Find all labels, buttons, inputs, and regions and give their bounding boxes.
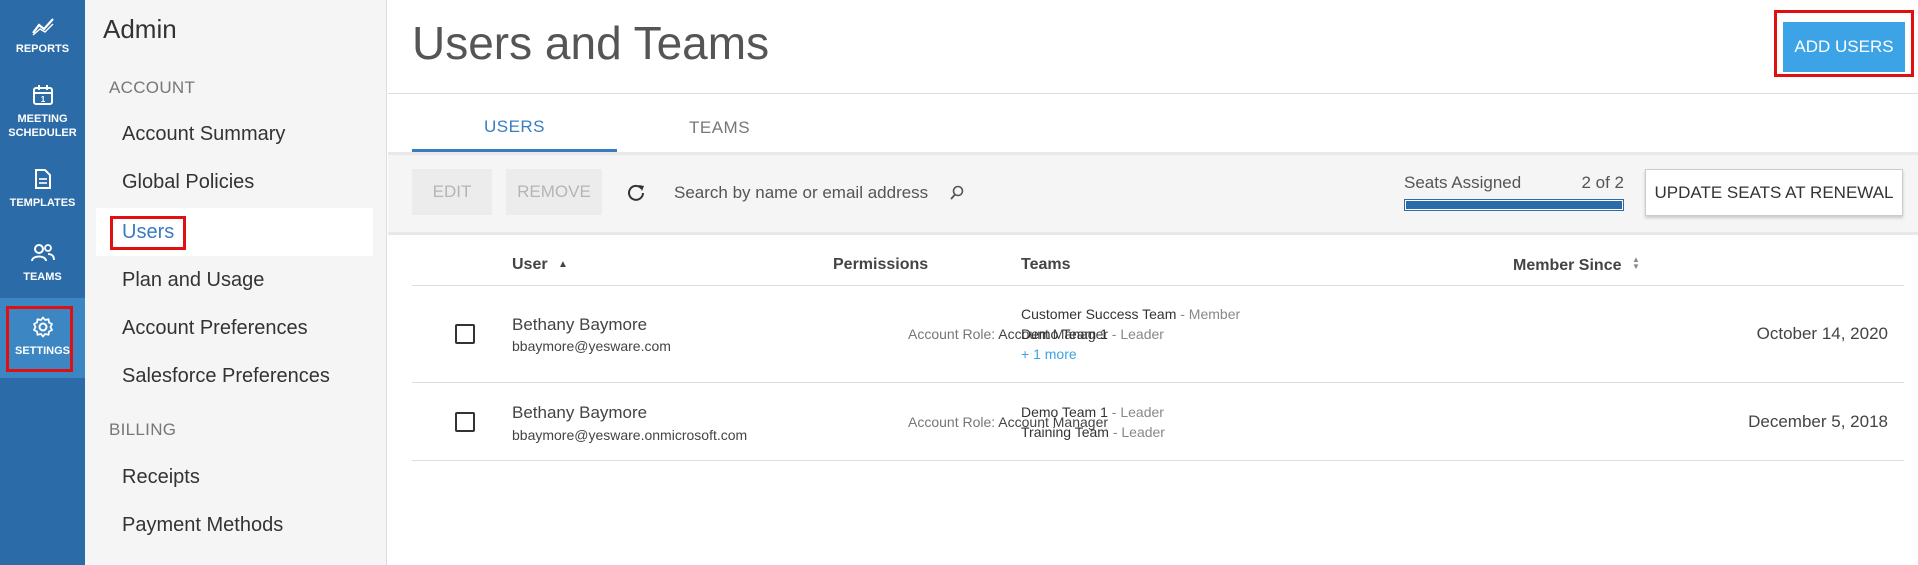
rail-item-templates[interactable]: TEMPLATES — [0, 168, 85, 210]
edit-button[interactable]: EDIT — [412, 169, 492, 215]
column-header-user[interactable]: User ▲ — [512, 256, 568, 274]
member-since: October 14, 2020 — [1756, 324, 1888, 343]
tab-teams[interactable]: TEAMS — [617, 104, 822, 152]
column-header-member-since[interactable]: Member Since ▲ ▼ — [1513, 256, 1640, 275]
nav-item-plan-and-usage[interactable]: Plan and Usage — [85, 256, 373, 304]
rail-label-teams: TEAMS — [23, 271, 62, 283]
header-row-divider — [412, 285, 1904, 286]
team-name: Customer Success Team — [1021, 306, 1177, 322]
admin-sidebar: Admin ACCOUNT Account Summary Global Pol… — [85, 0, 387, 565]
section-heading-billing: BILLING — [109, 420, 177, 439]
user-email: bbaymore@yesware.onmicrosoft.com — [512, 427, 748, 443]
account-role-label: Account Role: — [908, 326, 996, 342]
sort-ascending-icon: ▲ — [558, 259, 568, 270]
seats-assigned-count: 2 of 2 — [1581, 173, 1624, 192]
team-name: Demo Team 1 — [1021, 326, 1108, 342]
section-heading-account: ACCOUNT — [109, 78, 196, 97]
rail-label-meeting-scheduler: MEETING SCHEDULER — [8, 113, 77, 139]
team-role: - Leader — [1107, 404, 1164, 420]
nav-item-payment-methods[interactable]: Payment Methods — [85, 501, 373, 549]
account-role-label: Account Role: — [908, 414, 996, 430]
row-checkbox[interactable] — [455, 324, 475, 344]
main-content: Users and Teams ADD USERS USERS TEAMS ED… — [388, 0, 1918, 565]
column-header-user-label: User — [512, 256, 548, 273]
rail-item-meeting-scheduler[interactable]: 1 MEETING SCHEDULER — [0, 84, 85, 140]
rail-label-reports: REPORTS — [15, 43, 70, 55]
nav-item-account-preferences[interactable]: Account Preferences — [85, 304, 373, 352]
member-since: December 5, 2018 — [1748, 412, 1888, 431]
team-entry: Customer Success Team - Member — [1021, 306, 1240, 322]
user-email: bbaymore@yesware.com — [512, 338, 671, 354]
header-divider — [388, 93, 1918, 94]
team-role: - Leader — [1108, 424, 1165, 440]
search-input[interactable] — [674, 183, 949, 203]
update-seats-button[interactable]: UPDATE SEATS AT RENEWAL — [1645, 169, 1903, 216]
seats-progress-bar — [1404, 199, 1624, 211]
team-role: - Leader — [1107, 326, 1164, 342]
add-users-button[interactable]: ADD USERS — [1783, 22, 1905, 72]
document-icon — [34, 169, 51, 189]
row-divider — [412, 460, 1904, 461]
calendar-icon: 1 — [32, 85, 53, 105]
row-checkbox[interactable] — [455, 412, 475, 432]
remove-button[interactable]: REMOVE — [506, 169, 602, 215]
rail-item-teams[interactable]: TEAMS — [0, 242, 85, 284]
refresh-icon[interactable] — [626, 182, 646, 202]
page-title: Users and Teams — [412, 17, 770, 69]
column-header-permissions: Permissions — [833, 256, 929, 273]
people-icon — [30, 244, 55, 262]
column-header-member-since-label: Member Since — [1513, 257, 1622, 274]
column-header-teams: Teams — [1021, 256, 1071, 273]
team-role: - Member — [1176, 306, 1241, 322]
nav-item-global-policies[interactable]: Global Policies — [85, 158, 373, 206]
more-teams-link[interactable]: + 1 more — [1021, 346, 1077, 362]
users-toolbar: EDIT REMOVE Seats Assigned 2 of 2 UPDATE… — [388, 155, 1918, 235]
users-highlight-box — [110, 216, 186, 250]
rail-item-reports[interactable]: REPORTS — [0, 16, 85, 56]
chart-line-icon — [31, 18, 54, 36]
search-icon[interactable] — [949, 185, 965, 201]
app-rail: REPORTS 1 MEETING SCHEDULER TEMPLATES TE… — [0, 0, 85, 565]
search-box[interactable] — [674, 177, 1004, 209]
sort-both-icon: ▲ ▼ — [1631, 255, 1640, 271]
row-divider — [412, 382, 1904, 383]
user-name: Bethany Baymore — [512, 315, 648, 334]
nav-item-salesforce-preferences[interactable]: Salesforce Preferences — [85, 352, 373, 400]
nav-item-account-summary[interactable]: Account Summary — [85, 110, 373, 158]
team-name: Training Team — [1021, 424, 1109, 440]
team-entry: Demo Team 1 - Leader — [1021, 326, 1164, 342]
team-name: Demo Team 1 — [1021, 404, 1108, 420]
svg-text:1: 1 — [40, 95, 45, 104]
team-entry: Demo Team 1 - Leader — [1021, 404, 1164, 420]
settings-highlight-box — [6, 306, 73, 372]
user-name: Bethany Baymore — [512, 403, 648, 422]
tab-users[interactable]: USERS — [412, 104, 617, 152]
nav-item-receipts[interactable]: Receipts — [85, 453, 373, 501]
rail-label-templates: TEMPLATES — [9, 197, 76, 209]
seats-progress-fill — [1406, 201, 1622, 209]
admin-title: Admin — [103, 14, 177, 44]
team-entry: Training Team - Leader — [1021, 424, 1165, 440]
seats-assigned-label: Seats Assigned — [1404, 173, 1522, 192]
